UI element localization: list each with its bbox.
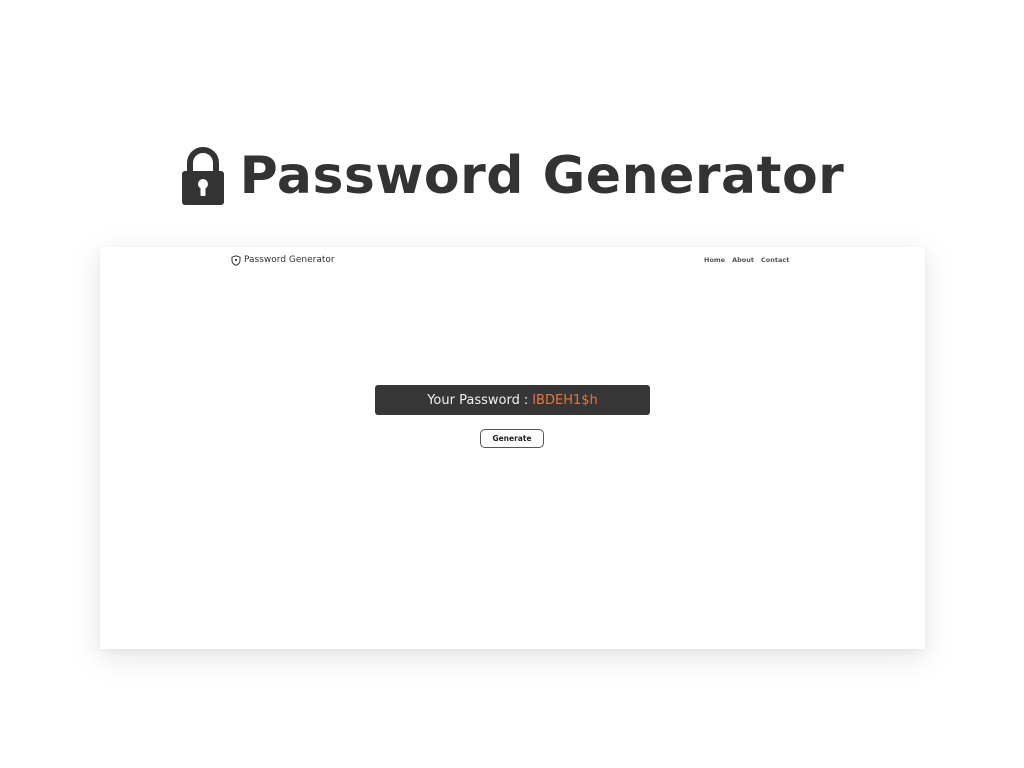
nav-home-link[interactable]: Home [704,253,725,267]
password-label: Your Password [427,392,520,408]
generate-button[interactable]: Generate [480,429,544,448]
password-display: Your Password : IBDEH1$h [375,385,650,415]
lock-icon [181,147,224,205]
nav-contact-link[interactable]: Contact [761,253,789,267]
hero-header: Password Generator [0,140,1024,212]
brand-logo[interactable]: Password Generator [231,253,335,267]
nav-links: Home About Contact [704,253,789,267]
nav-about-link[interactable]: About [732,253,754,267]
hero-title: Password Generator [239,146,845,206]
password-value: IBDEH1$h [532,392,598,408]
password-separator: : [523,392,529,408]
app-window: Password Generator Home About Contact Yo… [100,247,925,649]
navbar: Password Generator Home About Contact [100,253,925,269]
brand-name: Password Generator [244,255,335,265]
shield-icon [231,254,241,266]
